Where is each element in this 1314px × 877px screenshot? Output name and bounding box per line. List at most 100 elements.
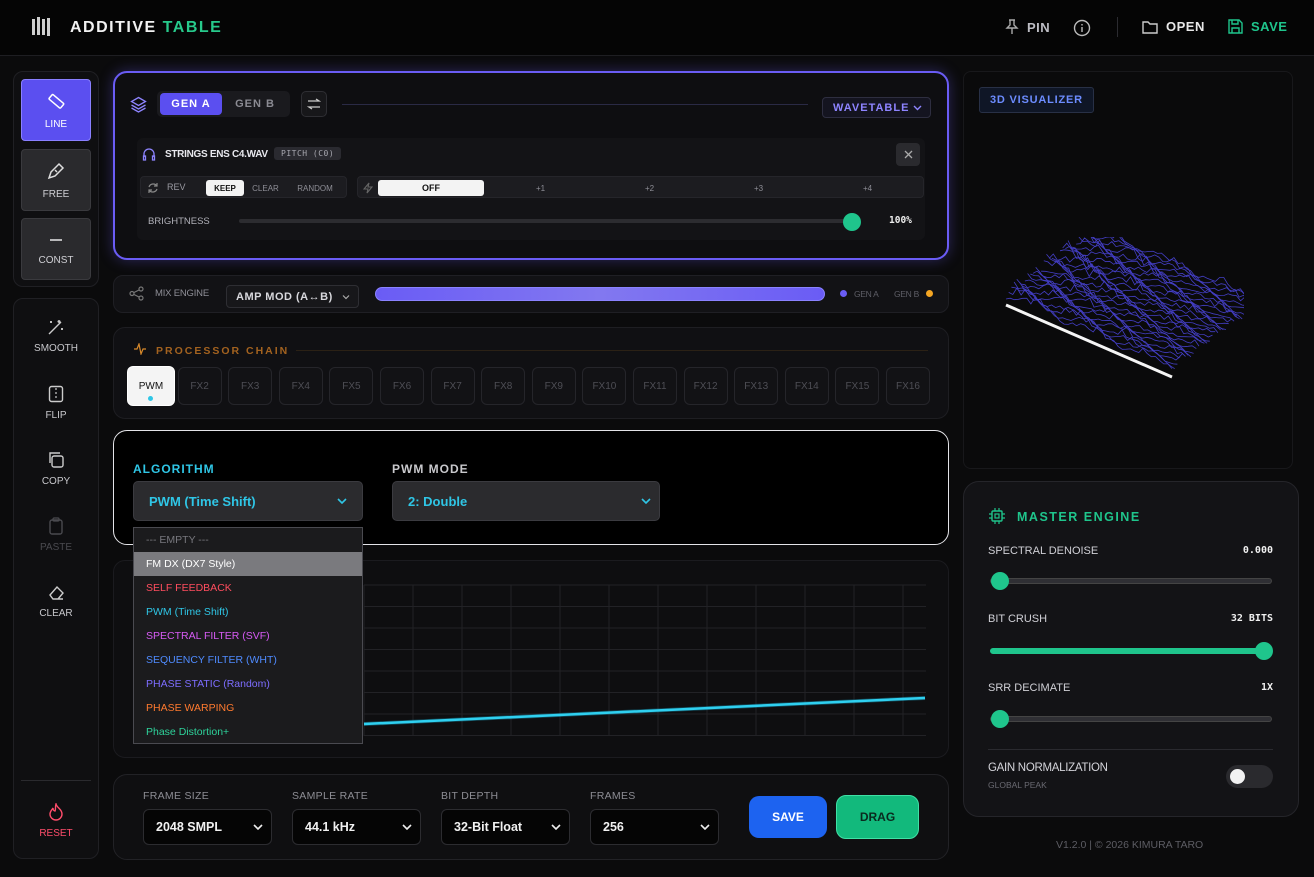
sample-rate-select[interactable]: 44.1 kHz	[292, 809, 421, 845]
pwm-mode-select[interactable]: 2: Double	[392, 481, 660, 521]
chevron-down-icon	[700, 824, 710, 830]
fx-slot-fx3[interactable]: FX3	[228, 367, 273, 405]
gain-normalization-sublabel: GLOBAL PEAK	[988, 780, 1047, 790]
octave-plus4-option[interactable]: +4	[813, 180, 922, 196]
spectral-denoise-label: SPECTRAL DENOISE	[988, 545, 1099, 557]
master-engine-title: MASTER ENGINE	[1017, 510, 1141, 524]
algorithm-option[interactable]: PWM (Time Shift)	[134, 600, 362, 624]
wavetable-frame-line	[1005, 296, 1173, 369]
fx-slot-fx13[interactable]: FX13	[734, 367, 779, 405]
algorithm-option[interactable]: --- EMPTY ---	[134, 528, 362, 552]
algorithm-option[interactable]: SELF FEEDBACK	[134, 576, 362, 600]
info-button[interactable]	[1073, 19, 1091, 37]
srr-decimate-slider[interactable]	[990, 710, 1272, 728]
algorithm-option[interactable]: SPECTRAL FILTER (SVF)	[134, 624, 362, 648]
fx-slot-fx10[interactable]: FX10	[582, 367, 627, 405]
master-divider	[988, 749, 1273, 750]
fx-slot-fx6[interactable]: FX6	[380, 367, 424, 405]
clear-button[interactable]: CLEAR	[14, 583, 98, 619]
gen-b-mix-label: GEN B	[894, 289, 919, 299]
gain-normalization-toggle[interactable]	[1226, 765, 1273, 788]
copy-button[interactable]: COPY	[14, 451, 98, 487]
top-bar: ADDITIVE TABLE PIN OPEN SAVE	[0, 0, 1314, 56]
fx-slot-fx4[interactable]: FX4	[278, 367, 323, 405]
tab-gen-a[interactable]: GEN A	[160, 93, 222, 115]
spectral-denoise-value: 0.000	[1242, 545, 1273, 556]
brightness-slider[interactable]	[239, 219, 853, 223]
brightness-slider-knob[interactable]	[843, 213, 861, 231]
reset-button[interactable]: RESET	[14, 803, 98, 839]
algorithm-option[interactable]: SEQUENCY FILTER (WHT)	[134, 648, 362, 672]
frames-select[interactable]: 256	[590, 809, 719, 845]
mix-mode-value: AMP MOD (A↔B)	[236, 290, 333, 303]
pwm-mode-value: 2: Double	[408, 493, 468, 509]
rev-keep-option[interactable]: KEEP	[206, 180, 244, 196]
octave-plus2-option[interactable]: +2	[595, 180, 704, 196]
clear-label: CLEAR	[39, 608, 73, 619]
brightness-label: BRIGHTNESS	[148, 216, 210, 227]
gain-normalization-label: GAIN NORMALIZATION	[988, 762, 1108, 774]
fx-slot-fx16[interactable]: FX16	[886, 367, 930, 405]
fx-slot-fx8[interactable]: FX8	[481, 367, 526, 405]
fx-slot-fx15[interactable]: FX15	[835, 367, 880, 405]
bit-depth-value: 32-Bit Float	[454, 820, 523, 834]
fx-slot-fx9[interactable]: FX9	[531, 367, 576, 405]
close-icon	[904, 150, 912, 159]
rev-control: REV KEEP CLEAR RANDOM	[140, 176, 347, 198]
processor-title-rule	[296, 350, 928, 351]
fx-slot-fx7[interactable]: FX7	[430, 367, 475, 405]
tool-free-button[interactable]: FREE	[21, 149, 91, 211]
frame-size-select[interactable]: 2048 SMPL	[143, 809, 272, 845]
fx-slot-fx14[interactable]: FX14	[784, 367, 829, 405]
rev-clear-option[interactable]: CLEAR	[247, 180, 284, 196]
tool-const-label: CONST	[38, 254, 74, 266]
srr-decimate-knob[interactable]	[991, 710, 1009, 728]
waveform-line[interactable]	[363, 696, 926, 726]
algorithm-option[interactable]: PHASE STATIC (Random)	[134, 672, 362, 696]
algorithm-option[interactable]: Phase Distortion+	[134, 720, 362, 744]
source-type-select[interactable]: WAVETABLE	[822, 97, 931, 118]
rev-random-option[interactable]: RANDOM	[287, 180, 343, 196]
bit-crush-slider[interactable]	[990, 642, 1273, 660]
pin-icon	[1005, 19, 1019, 34]
fx-slot-fx12[interactable]: FX12	[683, 367, 728, 405]
info-icon	[1073, 19, 1091, 37]
octave-off-option[interactable]: OFF	[378, 180, 484, 196]
bit-crush-knob[interactable]	[1255, 642, 1273, 660]
pen-icon	[47, 162, 65, 179]
octave-plus1-option[interactable]: +1	[486, 180, 595, 196]
remove-file-button[interactable]	[896, 143, 920, 166]
mix-balance-slider[interactable]	[375, 287, 825, 301]
minus-icon	[50, 238, 62, 241]
fx-slot-fx11[interactable]: FX11	[633, 367, 677, 405]
open-button[interactable]: OPEN	[1142, 19, 1205, 34]
export-save-button[interactable]: SAVE	[749, 796, 827, 838]
version-footer: V1.2.0 | © 2026 KIMURA TARO	[1056, 839, 1204, 851]
wavetable-3d-plot[interactable]	[1004, 237, 1244, 387]
algorithm-option[interactable]: FM DX (DX7 Style)	[134, 552, 362, 576]
wavetable-frame-line	[1046, 254, 1213, 338]
fx-slot-fx5[interactable]: FX5	[329, 367, 374, 405]
octave-plus3-option[interactable]: +3	[704, 180, 813, 196]
chevron-down-icon	[337, 498, 347, 504]
swap-generators-button[interactable]	[301, 91, 327, 117]
mix-engine-label: MIX ENGINE	[155, 288, 209, 299]
pin-button[interactable]: PIN	[1005, 19, 1050, 35]
flip-button[interactable]: FLIP	[14, 385, 98, 421]
fx-slot-fx2[interactable]: FX2	[177, 367, 222, 405]
tool-line-button[interactable]: LINE	[21, 79, 91, 141]
algorithm-option[interactable]: PHASE WARPING	[134, 696, 362, 720]
paste-button[interactable]: PASTE	[14, 517, 98, 553]
smooth-button[interactable]: SMOOTH	[14, 318, 98, 354]
save-top-button[interactable]: SAVE	[1228, 19, 1287, 34]
mix-mode-select[interactable]: AMP MOD (A↔B)	[226, 285, 359, 308]
spectral-denoise-knob[interactable]	[991, 572, 1009, 590]
gen-b-indicator	[926, 290, 933, 297]
tab-gen-b[interactable]: GEN B	[224, 93, 286, 115]
algorithm-select[interactable]: PWM (Time Shift)	[133, 481, 363, 521]
drag-export-button[interactable]: DRAG	[836, 795, 919, 839]
spectral-denoise-slider[interactable]	[990, 572, 1272, 590]
bit-depth-select[interactable]: 32-Bit Float	[441, 809, 570, 845]
flip-icon	[48, 385, 64, 403]
tool-const-button[interactable]: CONST	[21, 218, 91, 280]
